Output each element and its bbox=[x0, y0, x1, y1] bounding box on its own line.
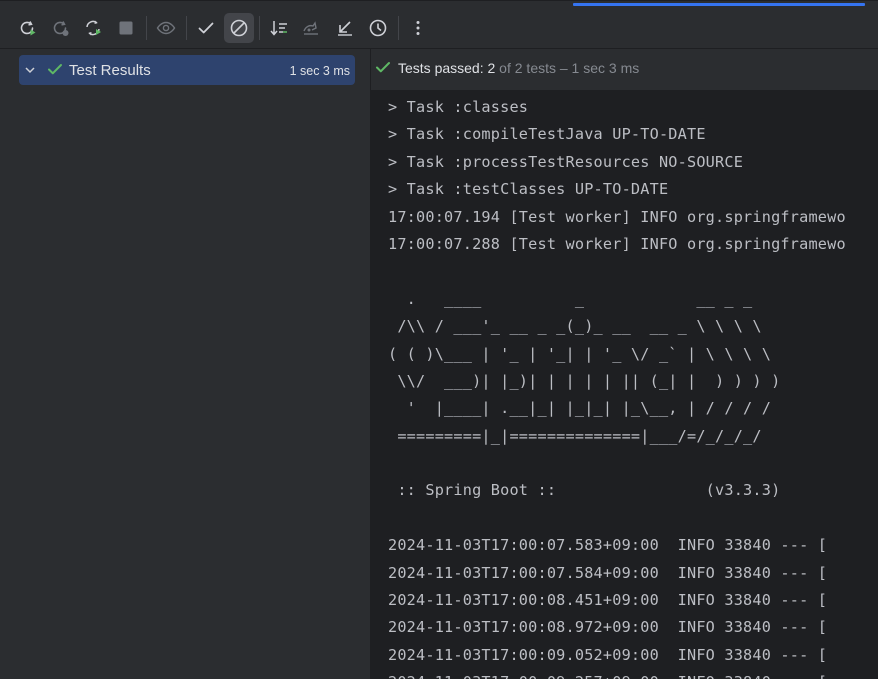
passed-check-icon bbox=[47, 61, 63, 77]
test-status-bar: Tests passed: 2 of 2 tests – 1 sec 3 ms bbox=[371, 49, 878, 90]
console-line: ' |____| .__|_| |_|_| |_\__, | / / / / bbox=[388, 399, 772, 418]
console-line: ( ( )\___ | '_ | '_| | '_ \/ _` | \ \ \ … bbox=[388, 344, 772, 363]
console-line: > Task :classes bbox=[388, 98, 529, 116]
rerun-failed-button[interactable] bbox=[45, 13, 75, 43]
console-lines: > Task :classes > Task :compileTestJava … bbox=[388, 94, 846, 679]
more-options-button[interactable] bbox=[403, 13, 433, 43]
console-line: 2024-11-03T17:00:07.584+09:00 INFO 33840… bbox=[388, 563, 828, 582]
chevron-down-icon[interactable] bbox=[23, 63, 37, 77]
console-line: 2024-11-03T17:00:08.451+09:00 INFO 33840… bbox=[388, 591, 828, 610]
console-line: :: Spring Boot :: (v3.3.3) bbox=[388, 481, 781, 500]
console-line: . ____ _ __ _ _ bbox=[388, 289, 753, 308]
rerun-icon bbox=[17, 18, 37, 38]
console-line: 17:00:07.288 [Test worker] INFO org.spri… bbox=[388, 234, 846, 253]
console-line: 2024-11-03T17:00:09.257+09:00 INFO 33840… bbox=[388, 669, 846, 679]
sort-icon bbox=[269, 18, 289, 38]
toolbar-separator bbox=[146, 16, 147, 40]
toggle-auto-test-button[interactable] bbox=[78, 13, 108, 43]
import-tests-button[interactable] bbox=[297, 13, 327, 43]
clock-icon bbox=[368, 18, 388, 38]
stop-icon bbox=[116, 18, 136, 38]
console-line: > Task :compileTestJava UP-TO-DATE bbox=[388, 125, 706, 144]
test-status-text: Tests passed: 2 of 2 tests – 1 sec 3 ms bbox=[398, 60, 639, 76]
stop-button[interactable] bbox=[111, 13, 141, 43]
console-line: /\\ / ___'_ __ _ _(_)_ __ __ _ \ \ \ \ bbox=[388, 317, 762, 336]
status-label: Tests passed: bbox=[398, 60, 488, 76]
console-line: 17:00:07.194 [Test worker] INFO org.spri… bbox=[388, 207, 846, 226]
checkmark-icon bbox=[196, 18, 216, 38]
console-line: > Task :processTestResources NO-SOURCE bbox=[388, 152, 744, 171]
passed-check-icon bbox=[375, 59, 391, 75]
show-ignored-button[interactable] bbox=[151, 13, 181, 43]
show-passed-button[interactable] bbox=[191, 13, 221, 43]
import-tests-icon bbox=[302, 18, 322, 38]
toolbar-separator bbox=[398, 16, 399, 40]
active-tab-indicator bbox=[573, 3, 865, 6]
tree-item-label: Test Results bbox=[69, 62, 151, 79]
tree-item-test-results[interactable]: Test Results 1 sec 3 ms bbox=[19, 55, 355, 85]
console-line: > Task :testClasses UP-TO-DATE bbox=[388, 180, 669, 199]
console-line: 2024-11-03T17:00:08.972+09:00 INFO 33840… bbox=[388, 618, 828, 637]
eye-icon bbox=[156, 18, 176, 38]
more-vertical-icon bbox=[408, 18, 428, 38]
console-line: \\/ ___)| |_)| | | | | || (_| | ) ) ) ) bbox=[388, 371, 781, 390]
console-line: =========|_|==============|___/=/_/_/_/ bbox=[388, 426, 762, 445]
top-border bbox=[0, 0, 878, 1]
collapse-button[interactable] bbox=[330, 13, 360, 43]
test-runner-toolbar bbox=[12, 12, 436, 44]
ignored-icon bbox=[229, 18, 249, 38]
rerun-failed-icon bbox=[50, 18, 70, 38]
toolbar-separator bbox=[259, 16, 260, 40]
console-output[interactable]: > Task :classes > Task :compileTestJava … bbox=[371, 90, 878, 679]
history-button[interactable] bbox=[363, 13, 393, 43]
sort-button[interactable] bbox=[264, 13, 294, 43]
tree-item-duration: 1 sec 3 ms bbox=[289, 64, 350, 78]
arrow-down-left-icon bbox=[335, 18, 355, 38]
show-ignored-toggle-button[interactable] bbox=[224, 13, 254, 43]
test-tree: Test Results 1 sec 3 ms bbox=[0, 49, 370, 679]
console-line: 2024-11-03T17:00:07.583+09:00 INFO 33840… bbox=[388, 536, 828, 555]
toggle-auto-test-icon bbox=[83, 18, 103, 38]
console-line: 2024-11-03T17:00:09.052+09:00 INFO 33840… bbox=[388, 645, 828, 664]
rerun-button[interactable] bbox=[12, 13, 42, 43]
status-summary: of 2 tests – 1 sec 3 ms bbox=[495, 60, 640, 76]
toolbar-separator bbox=[186, 16, 187, 40]
